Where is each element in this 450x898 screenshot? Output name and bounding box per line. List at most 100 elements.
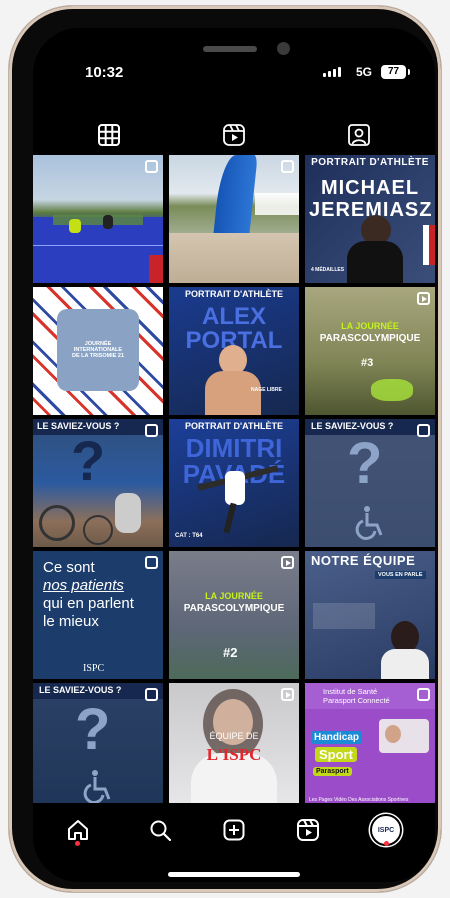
post-title: PORTRAIT D'ATHLÈTE (311, 157, 429, 168)
quote-line-4: le mieux (43, 613, 99, 630)
institute-line-1: Institut de Santé (323, 687, 378, 696)
network-label: 5G (356, 65, 373, 79)
nav-create[interactable] (217, 813, 251, 847)
front-camera (277, 42, 290, 55)
athlete-figure (103, 215, 113, 229)
reel-line-2: PARASCOLYMPIQUE (319, 333, 421, 344)
tab-reels[interactable] (214, 118, 254, 152)
post-title: PORTRAIT D'ATHLÈTE (185, 289, 283, 299)
reels-icon (297, 819, 319, 841)
wheelchair-wheel (39, 505, 75, 541)
quote-line-1: Ce sont (43, 559, 95, 576)
athlete-body (225, 471, 245, 505)
grid-icon (98, 124, 120, 146)
ispc-logo: ISPC (83, 663, 105, 674)
post-tile-8[interactable]: PORTRAIT D'ATHLÈTE DIMITRI PAVADÉ CAT : … (169, 419, 299, 547)
tagged-icon (348, 124, 370, 146)
post-title: PORTRAIT D'ATHLÈTE (185, 421, 283, 431)
parasport-badge: Parasport (313, 767, 352, 776)
court-floor (33, 217, 163, 283)
tent (255, 193, 299, 215)
athlete-body (205, 371, 261, 415)
carousel-icon (281, 160, 294, 173)
post-tile-1[interactable] (33, 155, 163, 283)
battery-level: 77 (387, 66, 400, 77)
home-icon (68, 820, 88, 840)
post-title: LE SAVIEZ-VOUS ? (39, 685, 122, 695)
bottom-nav: ISPC (33, 803, 435, 882)
handicap-badge: Handicap (311, 731, 363, 744)
post-title: NOTRE ÉQUIPE (311, 553, 416, 568)
carousel-icon (145, 688, 158, 701)
event-label: NAGE LIBRE (251, 387, 282, 393)
wheelchair-icon (83, 770, 111, 804)
athlete-leg (223, 502, 237, 534)
nav-reels[interactable] (291, 813, 325, 847)
post-tag: VOUS EN PARLE (375, 571, 426, 579)
profile-tabs (33, 118, 435, 154)
card-line-3: DE LA TRISOMIE 21 (71, 353, 125, 359)
reel-number: #3 (361, 357, 374, 369)
post-tile-7[interactable]: LE SAVIEZ-VOUS ? ? (33, 419, 163, 547)
athlete-body (347, 241, 403, 283)
search-icon (150, 820, 171, 841)
home-indicator[interactable] (168, 872, 300, 877)
medal-count: 4 MÉDAILLES (311, 267, 345, 273)
post-tile-5[interactable]: PORTRAIT D'ATHLÈTE ALEX PORTAL NAGE LIBR… (169, 287, 299, 415)
post-tile-4[interactable]: JOURNÉE INTERNATIONALE DE LA TRISOMIE 21 (33, 287, 163, 415)
person-body (381, 649, 429, 679)
reel-number: #2 (223, 645, 238, 660)
create-icon (223, 819, 245, 841)
carousel-icon (417, 688, 430, 701)
carousel-icon (417, 424, 430, 437)
question-mark-icon: ? (75, 697, 111, 762)
reel-line-2: PARASCOLYMPIQUE (183, 603, 285, 614)
photo-person (385, 725, 401, 743)
sport-badge: Sport (315, 747, 357, 762)
quote-line-3: qui en parlent (43, 595, 134, 612)
post-tile-11[interactable]: LA JOURNÉE PARASCOLYMPIQUE #2 (169, 551, 299, 679)
avatar-label: ISPC (377, 826, 395, 834)
post-tile-13[interactable]: LE SAVIEZ-VOUS ? ? (33, 683, 163, 811)
post-tile-15[interactable]: Institut de Santé Parasport Connecté Han… (305, 683, 435, 811)
wheelchair-icon (355, 506, 383, 540)
category-label: CAT : T64 (175, 533, 203, 539)
post-tile-14[interactable]: ÉQUIPE DE L'ISPC (169, 683, 299, 811)
screen: 10:32 5G 77 PORTRAIT D'ATHLÈTE MICHAEL J… (33, 28, 435, 882)
posts-grid: PORTRAIT D'ATHLÈTE MICHAEL JEREMIASZ 4 M… (33, 155, 435, 811)
quote-line-2: nos patients (43, 577, 124, 594)
carousel-icon (145, 424, 158, 437)
post-tile-6[interactable]: LA JOURNÉE PARASCOLYMPIQUE #3 (305, 287, 435, 415)
nav-search[interactable] (143, 813, 177, 847)
reel-icon (281, 688, 294, 701)
quote-block (313, 603, 375, 629)
notch (141, 28, 331, 72)
tab-grid[interactable] (89, 118, 129, 152)
profile-notification-dot (384, 841, 389, 846)
carousel-icon (145, 160, 158, 173)
post-tile-12[interactable]: NOTRE ÉQUIPE VOUS EN PARLE (305, 551, 435, 679)
reel-icon (417, 292, 430, 305)
flag-stripe (423, 225, 435, 265)
athlete-figure (371, 379, 413, 401)
reel-icon (281, 556, 294, 569)
speaker (203, 46, 257, 52)
athlete-figure (69, 219, 81, 233)
reels-icon (223, 124, 245, 146)
post-tile-3[interactable]: PORTRAIT D'ATHLÈTE MICHAEL JEREMIASZ 4 M… (305, 155, 435, 283)
bike-wheel (83, 515, 113, 545)
tab-tagged[interactable] (339, 118, 379, 152)
phone-frame: 10:32 5G 77 PORTRAIT D'ATHLÈTE MICHAEL J… (9, 6, 441, 892)
person-figure (115, 493, 141, 533)
post-tile-2[interactable] (169, 155, 299, 283)
carousel-icon (145, 556, 158, 569)
court-line (33, 245, 163, 246)
grass-edge (53, 215, 143, 225)
post-title: LE SAVIEZ-VOUS ? (311, 421, 394, 431)
post-tile-10[interactable]: Ce sont nos patients qui en parlent le m… (33, 551, 163, 679)
post-tile-9[interactable]: LE SAVIEZ-VOUS ? ? (305, 419, 435, 547)
path (169, 233, 299, 283)
question-mark-icon: ? (71, 429, 106, 492)
team-line-1: ÉQUIPE DE (209, 731, 259, 741)
battery-icon: 77 (381, 65, 410, 79)
